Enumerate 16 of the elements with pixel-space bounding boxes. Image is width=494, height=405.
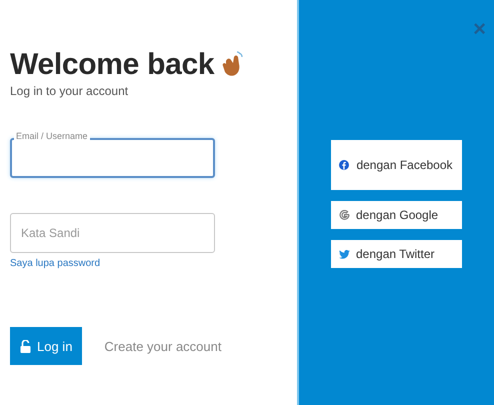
social-login-button[interactable]: dengan Google <box>331 201 462 229</box>
password-field[interactable]: Kata Sandi <box>10 213 215 253</box>
field-label: Email / Username <box>14 131 90 141</box>
subtitle: Log in to your account <box>10 84 130 98</box>
forgot-password-link[interactable]: Saya lupa password <box>10 258 100 269</box>
waving-hand-icon <box>222 51 244 79</box>
google-icon <box>339 210 350 220</box>
create-account-link[interactable]: Create your account <box>104 338 222 354</box>
social-login-button[interactable]: dengan Facebook <box>331 140 462 190</box>
welcome-title: Welcome back <box>10 48 214 82</box>
social-login-button[interactable]: dengan Twitter <box>331 240 462 268</box>
login-button[interactable]: Log in <box>10 327 82 365</box>
lock-icon <box>20 340 31 352</box>
email-field[interactable] <box>10 138 215 178</box>
twitter-bird-icon <box>339 250 350 258</box>
facebook-icon <box>339 160 349 170</box>
